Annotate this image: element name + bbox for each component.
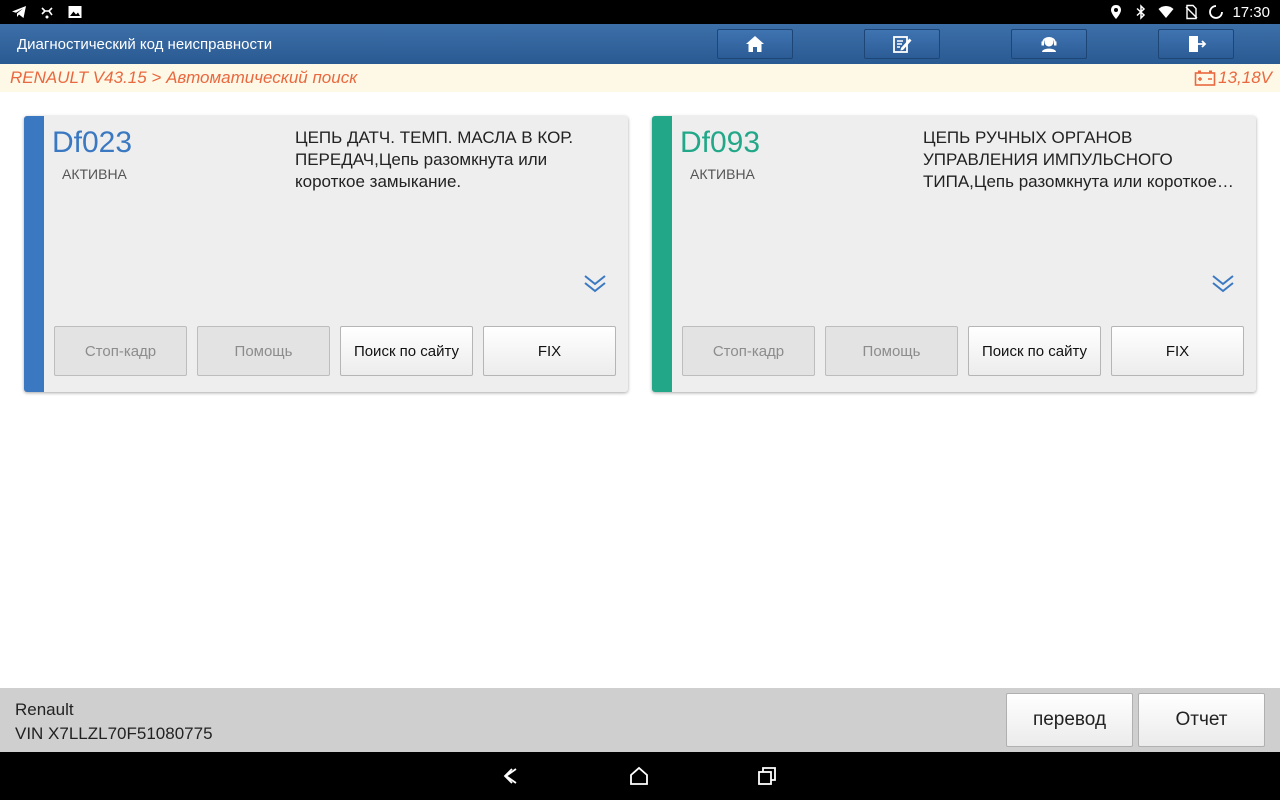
fault-description: ЦЕПЬ ДАТЧ. ТЕМП. МАСЛА В КОР. ПЕРЕДАЧ,Це…	[295, 128, 574, 191]
freeze-frame-button[interactable]: Стоп-кадр	[682, 326, 815, 376]
telegram-icon	[10, 4, 28, 20]
chevron-double-down-icon[interactable]	[1210, 272, 1236, 294]
vehicle-vin: VIN X7LLZL70F51080775	[15, 724, 213, 743]
exit-button[interactable]	[1158, 29, 1234, 59]
back-icon[interactable]	[500, 766, 522, 786]
exit-icon	[1189, 36, 1207, 52]
vehicle-make: Renault	[15, 700, 74, 719]
page-title: Диагностический код неисправности	[17, 35, 273, 53]
wifi-icon	[1157, 4, 1175, 20]
bluetooth-icon	[1132, 4, 1150, 20]
fault-card-accent	[652, 116, 672, 392]
usb-debug-icon	[38, 4, 56, 20]
clock: 17:30	[1232, 3, 1270, 21]
help-button[interactable]: Помощь	[825, 326, 958, 376]
translate-button[interactable]: перевод	[1006, 693, 1133, 747]
image-icon	[66, 4, 84, 20]
edit-report-button[interactable]	[864, 29, 940, 59]
fault-code: Df023	[52, 126, 133, 159]
home-nav-icon[interactable]	[628, 766, 650, 786]
footer-bar: Renault VIN X7LLZL70F51080775 перевод От…	[0, 688, 1280, 752]
no-sim-icon	[1182, 4, 1200, 20]
fault-description: ЦЕПЬ РУЧНЫХ ОРГАНОВ УПРАВЛЕНИЯ ИМПУЛЬСНО…	[923, 128, 1217, 191]
fault-status: АКТИВНА	[62, 166, 127, 182]
recents-icon[interactable]	[756, 766, 778, 786]
home-button[interactable]	[717, 29, 793, 59]
voltage-value: 13,18V	[1218, 68, 1272, 87]
fix-button[interactable]: FIX	[483, 326, 616, 376]
report-button[interactable]: Отчет	[1138, 693, 1265, 747]
vehicle-info: Renault VIN X7LLZL70F51080775	[15, 698, 213, 746]
fault-status: АКТИВНА	[690, 166, 755, 182]
edit-report-icon	[893, 36, 912, 53]
home-icon	[746, 36, 764, 52]
sync-icon	[1207, 4, 1225, 20]
battery-voltage: 13,18V	[1194, 68, 1280, 88]
freeze-frame-button[interactable]: Стоп-кадр	[54, 326, 187, 376]
breadcrumb-path: RENAULT V43.15 > Автоматический поиск	[10, 68, 358, 87]
battery-icon	[1194, 70, 1216, 86]
location-icon	[1107, 4, 1125, 20]
support-button[interactable]	[1011, 29, 1087, 59]
site-search-button[interactable]: Поиск по сайту	[340, 326, 473, 376]
fix-button[interactable]: FIX	[1111, 326, 1244, 376]
fault-card: Df023 АКТИВНА ЦЕПЬ ДАТЧ. ТЕМП. МАСЛА В К…	[24, 116, 628, 392]
status-bar: 17:30	[0, 0, 1280, 24]
site-search-button[interactable]: Поиск по сайту	[968, 326, 1101, 376]
fault-card-accent	[24, 116, 44, 392]
chevron-double-down-icon[interactable]	[582, 272, 608, 294]
fault-card: Df093 АКТИВНА ЦЕПЬ РУЧНЫХ ОРГАНОВ УПРАВЛ…	[652, 116, 1256, 392]
breadcrumb: RENAULT V43.15 > Автоматический поиск 13…	[0, 64, 1280, 92]
support-icon	[1041, 36, 1057, 52]
fault-code: Df093	[680, 126, 761, 159]
navigation-bar	[0, 752, 1280, 800]
app-header: Диагностический код неисправности	[0, 24, 1280, 64]
help-button[interactable]: Помощь	[197, 326, 330, 376]
